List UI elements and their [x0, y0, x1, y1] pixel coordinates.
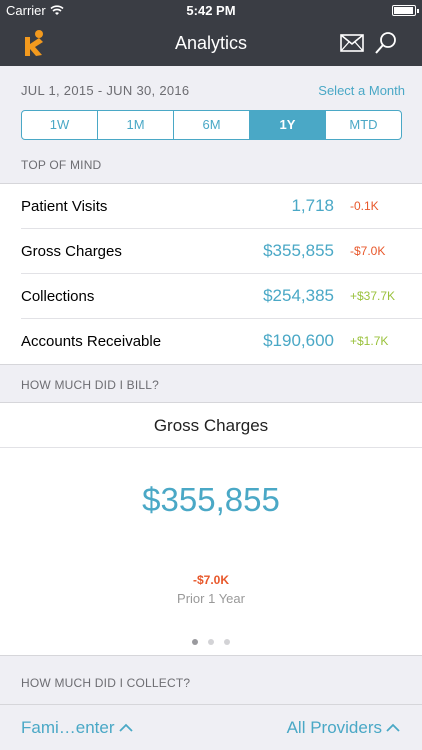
providers-selector[interactable]: All Providers	[287, 718, 400, 738]
card-value: $355,855	[142, 481, 280, 518]
card-title: Gross Charges	[0, 403, 422, 448]
segment-1m[interactable]: 1M	[98, 111, 174, 139]
metric-value: $254,385	[263, 286, 334, 305]
metric-value: 1,718	[291, 196, 334, 215]
metric-delta: -$7.0K	[350, 244, 386, 258]
metric-row-accounts-receivable[interactable]: Accounts Receivable $190,600 +$1.7K	[0, 319, 422, 364]
metric-label: Gross Charges	[21, 243, 122, 260]
page-dot	[192, 639, 198, 645]
metric-value: $190,600	[263, 331, 334, 350]
top-of-mind-header: TOP OF MIND	[0, 146, 422, 184]
chevron-up-icon	[118, 723, 133, 732]
card-period: Prior 1 Year	[177, 591, 245, 606]
card-delta: -$7.0K	[192, 573, 230, 587]
search-icon[interactable]	[374, 31, 398, 55]
segment-1y[interactable]: 1Y	[250, 111, 326, 139]
select-month-link[interactable]: Select a Month	[318, 83, 405, 98]
nav-bar: Analytics	[0, 20, 422, 66]
clock: 5:42 PM	[186, 3, 236, 18]
status-bar: Carrier 5:42 PM	[0, 0, 422, 20]
page-dot	[208, 639, 214, 645]
battery-icon	[392, 5, 419, 16]
metric-value: $355,855	[263, 241, 334, 260]
page-dot	[224, 639, 230, 645]
date-range-label: JUL 1, 2015 - JUN 30, 2016	[21, 83, 190, 98]
practice-label: Fami…enter	[21, 718, 115, 737]
metric-row-patient-visits[interactable]: Patient Visits 1,718 -0.1K	[0, 184, 422, 229]
collect-section-header: HOW MUCH DID I COLLECT?	[0, 664, 422, 702]
metric-delta: +$37.7K	[350, 289, 396, 303]
segment-1w[interactable]: 1W	[22, 111, 98, 139]
gross-charges-card[interactable]: Gross Charges $355,855 -$7.0K Prior 1 Ye…	[0, 402, 422, 656]
metric-label: Accounts Receivable	[21, 333, 162, 350]
chevron-up-icon	[386, 723, 400, 732]
segment-mtd[interactable]: MTD	[326, 111, 401, 139]
segment-6m[interactable]: 6M	[174, 111, 250, 139]
bill-section-header: HOW MUCH DID I BILL?	[0, 366, 422, 404]
metric-label: Patient Visits	[21, 198, 108, 215]
providers-label: All Providers	[286, 718, 382, 737]
top-of-mind-list: Patient Visits 1,718 -0.1K Gross Charges…	[0, 183, 422, 365]
period-segmented-control: 1W 1M 6M 1Y MTD	[21, 110, 402, 140]
mail-icon[interactable]	[340, 34, 364, 52]
metric-delta: +$1.7K	[350, 334, 389, 348]
page-indicator[interactable]	[0, 639, 422, 645]
metric-row-gross-charges[interactable]: Gross Charges $355,855 -$7.0K	[0, 229, 422, 274]
metric-delta: -0.1K	[350, 199, 379, 213]
bottom-filter-bar: Fami…enter All Providers	[0, 704, 422, 750]
metric-label: Collections	[21, 288, 95, 305]
metric-row-collections[interactable]: Collections $254,385 +$37.7K	[0, 274, 422, 319]
practice-selector[interactable]: Fami…enter	[21, 718, 133, 738]
